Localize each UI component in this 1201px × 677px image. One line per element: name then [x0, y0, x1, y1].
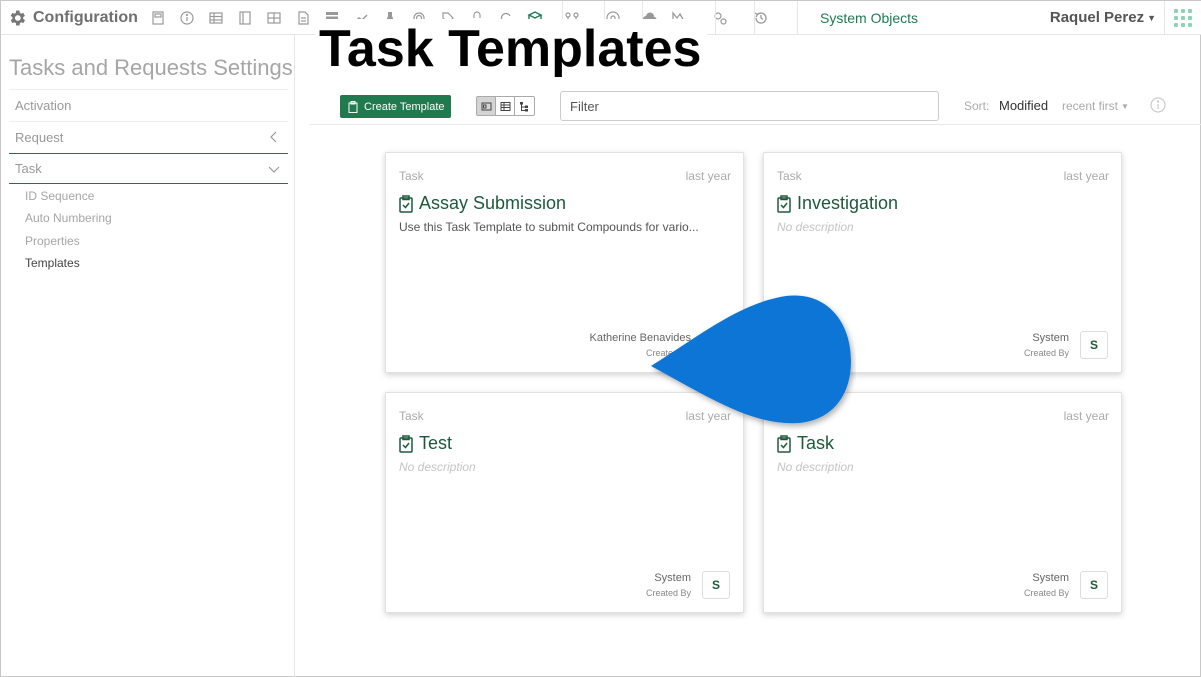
view-mode-toggle [476, 96, 535, 116]
card-creator: System [654, 572, 691, 584]
sidebar-item-properties[interactable]: Properties [25, 234, 80, 248]
settings-gears-icon[interactable] [705, 7, 734, 29]
filter-input[interactable] [560, 91, 939, 121]
sidebar-item-templates[interactable]: Templates [25, 256, 80, 270]
toolbar-divider [1164, 1, 1165, 35]
info-circle-icon[interactable] [172, 7, 201, 29]
sort-field-select[interactable]: Modified [999, 98, 1048, 113]
history-icon[interactable] [746, 7, 775, 29]
sidebar-item-id-sequence[interactable]: ID Sequence [25, 189, 94, 203]
user-name: Raquel Perez [1049, 9, 1145, 26]
sort-order-label: recent first [1062, 99, 1119, 113]
avatar: S [1080, 331, 1108, 359]
sidebar-item-label: Request [15, 130, 64, 145]
card-title-text: Assay Submission [419, 193, 567, 213]
card-type: Task [399, 409, 424, 423]
avatar: S [1080, 571, 1108, 599]
card-title-text: Test [419, 433, 453, 453]
app-title: Configuration [33, 9, 138, 26]
pointer-marker-icon [651, 295, 851, 424]
tree-view-button[interactable] [515, 97, 534, 115]
app-brand[interactable]: Configuration [7, 7, 138, 29]
card-title: Assay Submission [399, 193, 566, 214]
card-type: Task [399, 169, 424, 183]
table-view-button[interactable] [496, 97, 515, 115]
app-window: Configuration System Objects Raquel Pere… [0, 0, 1201, 677]
notebook-icon[interactable] [230, 7, 259, 29]
card-description: Use this Task Template to submit Compoun… [399, 220, 699, 234]
clipboard-icon [348, 100, 358, 113]
card-creator: System [1032, 572, 1069, 584]
system-objects-link[interactable]: System Objects [820, 10, 918, 26]
caret-down-icon: ▼ [1147, 12, 1156, 23]
chevron-down-icon [268, 166, 280, 173]
apps-grid-icon[interactable] [1174, 9, 1192, 27]
card-title-text: Investigation [797, 193, 899, 213]
clipboard-icon [399, 194, 413, 213]
grid-icon[interactable] [259, 7, 288, 29]
sidebar-item-activation[interactable]: Activation [9, 89, 288, 121]
card-creator: System [1032, 332, 1069, 344]
user-menu[interactable]: Raquel Perez ▼ [1050, 9, 1156, 26]
create-template-button[interactable]: Create Template [340, 95, 451, 118]
card-view-button[interactable] [477, 97, 496, 115]
settings-sidebar: Tasks and Requests Settings Activation R… [1, 35, 295, 677]
card-description: No description [399, 460, 476, 474]
table-view-icon [500, 101, 510, 111]
card-created-by-label: Created By [645, 588, 691, 598]
sidebar-item-label: Activation [15, 98, 72, 113]
sort-order-select[interactable]: recent first ▼ [1062, 99, 1129, 113]
sidebar-item-request[interactable]: Request [9, 121, 288, 153]
create-template-label: Create Template [364, 100, 445, 113]
sidebar-item-label: Task [15, 161, 42, 176]
document-icon[interactable] [288, 7, 317, 29]
clipboard-icon [399, 434, 413, 453]
table-icon[interactable] [201, 7, 230, 29]
gear-icon [10, 10, 26, 26]
card-type: Task [777, 169, 802, 183]
toolbar-divider [754, 1, 755, 35]
card-created-by-label: Created By [1023, 348, 1069, 358]
toolbar-divider [715, 1, 716, 35]
sidebar-item-task[interactable]: Task [9, 153, 288, 184]
card-description: No description [777, 460, 854, 474]
card-description: No description [777, 220, 854, 234]
chevron-left-icon [270, 131, 277, 143]
avatar: S [702, 571, 730, 599]
card-view-icon [481, 102, 491, 110]
sort-label: Sort: [964, 99, 990, 113]
clipboard-icon [777, 194, 791, 213]
sidebar-title: Tasks and Requests Settings [9, 55, 293, 80]
card-date: last year [1063, 169, 1109, 183]
toolbar-divider [797, 1, 798, 35]
page-title: Task Templates [315, 19, 708, 81]
card-date: last year [1063, 409, 1109, 423]
card-title: Test [399, 433, 452, 454]
calculator-icon[interactable] [143, 7, 172, 29]
sidebar-item-auto-numbering[interactable]: Auto Numbering [25, 211, 112, 225]
card-created-by-label: Created By [1023, 588, 1069, 598]
card-title: Investigation [777, 193, 898, 214]
templates-toolbar: Create Template Sort: Modified recent fi… [309, 87, 1201, 125]
tree-view-icon [520, 101, 528, 111]
caret-down-icon: ▼ [1121, 101, 1129, 111]
info-circle-icon[interactable] [1150, 97, 1166, 113]
card-date: last year [685, 169, 731, 183]
